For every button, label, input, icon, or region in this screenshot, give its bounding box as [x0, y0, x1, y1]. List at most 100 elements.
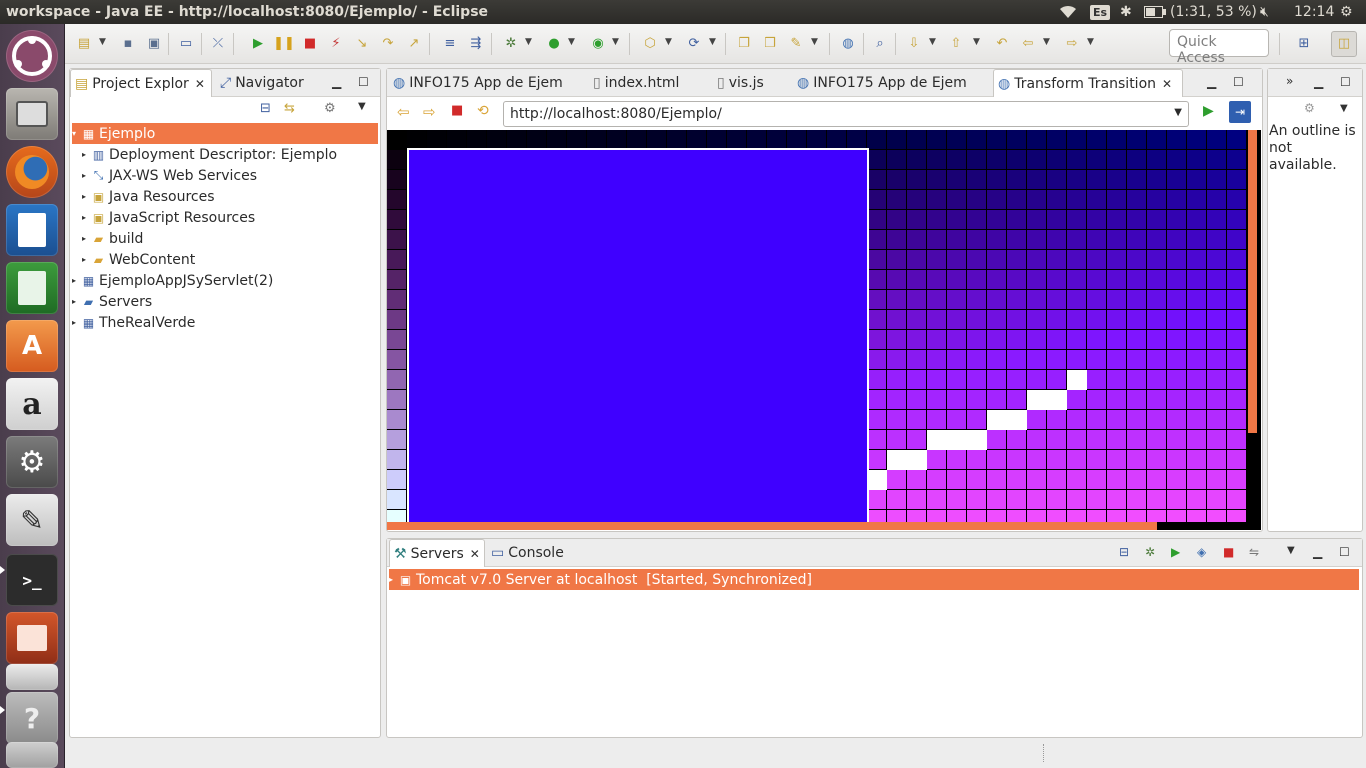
tab-project-explorer[interactable]: ▤ Project Explor ✕: [70, 69, 212, 97]
new-web-service-dropdown-icon[interactable]: ▼: [709, 37, 716, 47]
horizontal-scrollbar[interactable]: [387, 522, 1157, 530]
use-step-filters-icon[interactable]: ⇶: [467, 35, 485, 53]
libreoffice-calc-launcher-icon[interactable]: [6, 262, 58, 314]
close-icon[interactable]: ✕: [1162, 77, 1172, 91]
minimize-icon[interactable]: ▁: [1313, 545, 1322, 559]
step-over-icon[interactable]: ↷: [379, 35, 397, 53]
disconnect-icon[interactable]: ⚡: [327, 35, 345, 53]
open-type-icon[interactable]: ❐: [735, 35, 753, 53]
browser-forward-icon[interactable]: ⇨: [423, 103, 436, 121]
minimize-icon[interactable]: ▁: [1207, 75, 1216, 89]
collapsed-arrow-icon[interactable]: ▸: [72, 297, 81, 306]
server-row-tomcat[interactable]: ▸ ▣ Tomcat v7.0 Server at localhost [Sta…: [389, 569, 1359, 590]
terminal-launcher-icon[interactable]: >_: [6, 554, 58, 606]
files-launcher-icon[interactable]: [6, 88, 58, 140]
new-web-service-icon[interactable]: ⟳: [685, 35, 703, 53]
clock[interactable]: 12:14: [1294, 0, 1334, 24]
bluetooth-icon[interactable]: ✱: [1120, 0, 1132, 24]
forward-dropdown-icon[interactable]: ▼: [1087, 37, 1094, 47]
collapse-all-icon[interactable]: ⊟: [1119, 545, 1129, 559]
profile-server-icon[interactable]: ◈: [1197, 545, 1206, 559]
link-with-editor-icon[interactable]: ⇆: [284, 101, 295, 116]
java-ee-perspective-icon[interactable]: ◫: [1331, 31, 1357, 57]
collapse-all-icon[interactable]: ⊟: [260, 101, 271, 116]
back-dropdown-icon[interactable]: ▼: [1043, 37, 1050, 47]
collapsed-arrow-icon[interactable]: ▸: [72, 276, 81, 285]
step-into-icon[interactable]: ↘: [353, 35, 371, 53]
outline-filter-icon[interactable]: ⚙: [1304, 101, 1315, 115]
system-gear-icon[interactable]: ⚙: [1340, 0, 1353, 24]
drop-to-frame-icon[interactable]: ≡: [441, 35, 459, 53]
forward-icon[interactable]: ⇨: [1063, 35, 1081, 53]
collapsed-arrow-icon[interactable]: ▸: [82, 150, 91, 159]
volume-muted-icon[interactable]: 🔇︎: [1260, 0, 1269, 24]
search-icon[interactable]: ⌕: [871, 35, 889, 53]
close-icon[interactable]: ✕: [195, 77, 205, 91]
new-server-icon[interactable]: ⬡: [641, 35, 659, 53]
tab-servers[interactable]: ⚒ Servers ✕: [389, 539, 485, 567]
outline-tab-chevron-icon[interactable]: »: [1286, 74, 1293, 88]
ubuntu-dash-button[interactable]: [6, 30, 58, 82]
tree-item-ejemploappjsyservlet[interactable]: ▸ ▦ EjemploAppJSyServlet(2): [72, 270, 273, 291]
quick-access-field[interactable]: Quick Access: [1169, 29, 1269, 66]
maximize-icon[interactable]: ☐: [1340, 75, 1351, 89]
open-perspective-icon[interactable]: ⊞: [1295, 35, 1313, 53]
tree-item-java-resources[interactable]: ▸ ▣ Java Resources: [82, 186, 215, 207]
view-menu-icon[interactable]: ▼: [358, 101, 366, 112]
suspend-icon[interactable]: ❚❚: [273, 35, 295, 53]
browser-back-icon[interactable]: ⇦: [397, 103, 410, 121]
filter-icon[interactable]: ⚙: [324, 101, 336, 116]
tree-item-therealverde[interactable]: ▸ ▦ TheRealVerde: [72, 312, 195, 333]
web-browser-icon[interactable]: ◍: [839, 35, 857, 53]
run-dropdown-icon[interactable]: ▼: [568, 37, 575, 47]
tab-index-html[interactable]: ▯ index.html: [589, 69, 709, 97]
url-input[interactable]: http://localhost:8080/Ejemplo/ ▼: [503, 101, 1189, 127]
trash-launcher-icon[interactable]: [6, 742, 58, 768]
keyboard-layout-indicator[interactable]: Es: [1090, 0, 1111, 24]
close-icon[interactable]: ✕: [470, 547, 480, 561]
libreoffice-writer-launcher-icon[interactable]: [6, 204, 58, 256]
software-center-launcher-icon[interactable]: A: [6, 320, 58, 372]
console-icon[interactable]: ▭: [177, 35, 195, 53]
run-icon[interactable]: ●: [545, 35, 563, 53]
expanded-arrow-icon[interactable]: ▾: [72, 129, 81, 138]
battery-indicator[interactable]: (1:31, 53 %): [1144, 0, 1257, 24]
help-launcher-icon[interactable]: ?: [6, 692, 58, 744]
browser-refresh-icon[interactable]: ⟲: [477, 103, 489, 119]
back-icon[interactable]: ⇦: [1019, 35, 1037, 53]
last-edit-location-icon[interactable]: ↶: [993, 35, 1011, 53]
next-annotation-dropdown-icon[interactable]: ▼: [929, 37, 936, 47]
tab-vis-js[interactable]: ▯ vis.js: [713, 69, 793, 97]
tree-item-ejemplo[interactable]: ▾ ▦ Ejemplo: [72, 123, 378, 144]
impress-launcher-icon[interactable]: [6, 612, 58, 664]
minimize-icon[interactable]: ▁: [332, 75, 341, 89]
resume-icon[interactable]: ▶: [249, 35, 267, 53]
tree-item-build[interactable]: ▸ ▰ build: [82, 228, 143, 249]
external-tools-icon[interactable]: ◉: [589, 35, 607, 53]
next-annotation-icon[interactable]: ⇩: [905, 35, 923, 53]
tab-info175-1[interactable]: ◍ INFO175 App de Ejem: [389, 69, 585, 97]
tab-console[interactable]: ▭ Console: [487, 539, 587, 567]
new-icon[interactable]: ▤: [75, 35, 93, 53]
maximize-icon[interactable]: ☐: [1339, 545, 1350, 559]
terminate-icon[interactable]: ■: [301, 35, 319, 53]
collapsed-arrow-icon[interactable]: ▸: [72, 318, 81, 327]
collapsed-arrow-icon[interactable]: ▸: [82, 192, 91, 201]
save-icon[interactable]: ▪: [119, 35, 137, 53]
open-task-icon[interactable]: ✎: [787, 35, 805, 53]
amazon-launcher-icon[interactable]: a: [6, 378, 58, 430]
previous-annotation-icon[interactable]: ⇧: [947, 35, 965, 53]
new-server-dropdown-icon[interactable]: ▼: [665, 37, 672, 47]
debug-icon[interactable]: ✲: [502, 35, 520, 53]
open-folder-icon[interactable]: ❒: [761, 35, 779, 53]
external-tools-dropdown-icon[interactable]: ▼: [612, 37, 619, 47]
tab-info175-2[interactable]: ◍ INFO175 App de Ejem: [793, 69, 989, 97]
stop-server-icon[interactable]: ■: [1223, 545, 1234, 559]
text-editor-launcher-icon[interactable]: ✎: [6, 494, 58, 546]
tree-item-jax-ws[interactable]: ▸ ⤡ JAX-WS Web Services: [82, 165, 257, 186]
tree-item-servers[interactable]: ▸ ▰ Servers: [72, 291, 152, 312]
maximize-icon[interactable]: ☐: [1233, 75, 1244, 89]
collapsed-arrow-icon[interactable]: ▸: [82, 171, 91, 180]
tree-item-deployment-descriptor[interactable]: ▸ ▥ Deployment Descriptor: Ejemplo: [82, 144, 337, 165]
wifi-icon[interactable]: [1058, 0, 1078, 24]
